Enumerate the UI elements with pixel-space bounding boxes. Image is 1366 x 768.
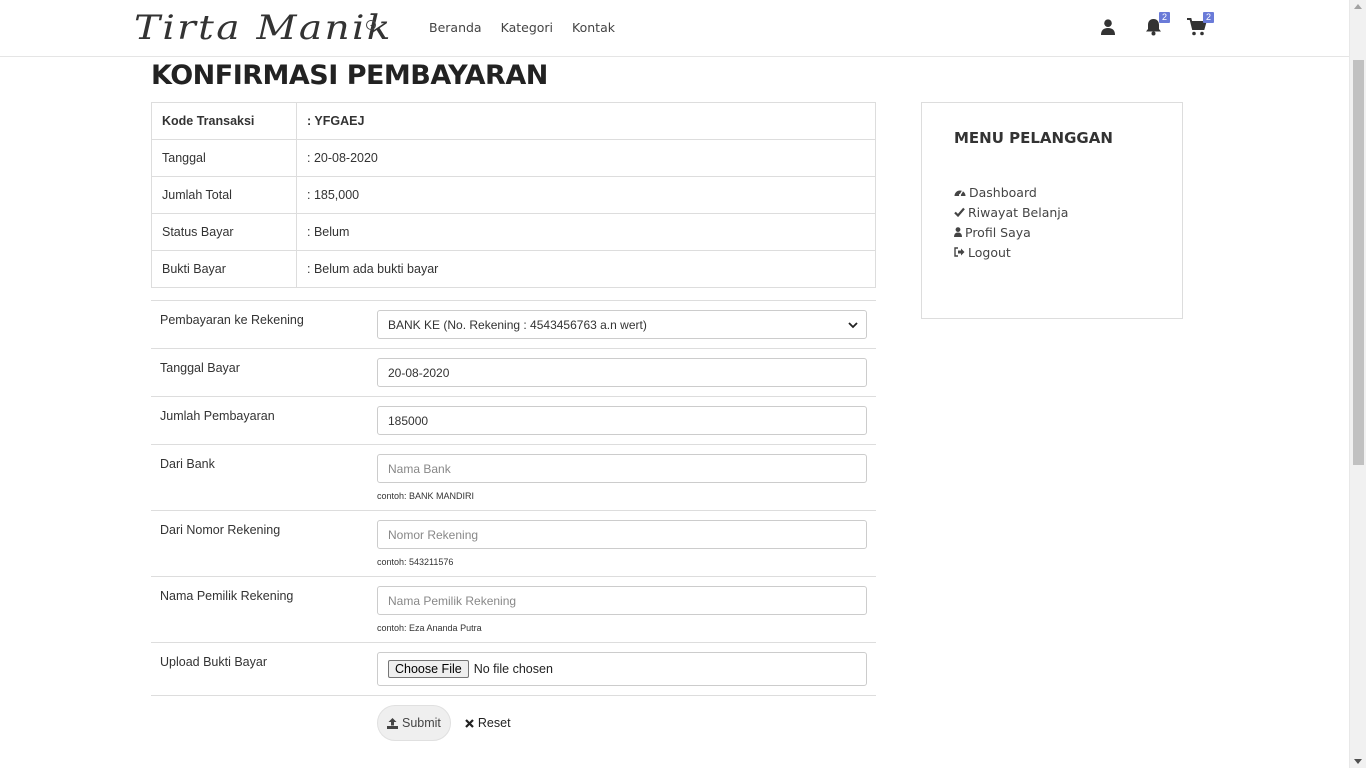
cart-icon[interactable]: 2 — [1186, 12, 1214, 38]
transaction-info-table: Kode Transaksi : YFGAEJ Tanggal : 20-08-… — [151, 102, 876, 288]
scroll-down-icon[interactable] — [1354, 759, 1362, 764]
nav-link-kategori[interactable]: Kategori — [501, 20, 553, 35]
info-label: Status Bayar — [151, 213, 297, 251]
brand-logo[interactable]: Tirta Manik · — [134, 6, 390, 52]
customer-menu-panel: MENU PELANGGAN Dashboard Riwayat Belanja… — [921, 102, 1183, 319]
form-row-bank: Dari Bank Nama Bank contoh: BANK MANDIRI — [151, 444, 876, 510]
info-label: Tanggal — [151, 139, 297, 177]
choose-file-button[interactable]: Choose File — [388, 660, 469, 678]
chevron-down-icon — [848, 322, 858, 329]
top-navbar: Tirta Manik · Beranda Kategori Kontak 2 … — [0, 0, 1349, 57]
dari-bank-help: contoh: BANK MANDIRI — [377, 491, 475, 501]
check-icon — [954, 207, 965, 217]
sidebar-item-label: Riwayat Belanja — [968, 204, 1069, 220]
table-row: Kode Transaksi : YFGAEJ — [151, 102, 876, 140]
form-row-rekening: Pembayaran ke Rekening BANK KE (No. Reke… — [151, 300, 876, 348]
info-value: : 20-08-2020 — [296, 139, 876, 177]
submit-label: Submit — [402, 716, 441, 730]
pemilik-rekening-help: contoh: Eza Ananda Putra — [377, 623, 482, 633]
scrollbar-thumb[interactable] — [1353, 60, 1364, 465]
rekening-select[interactable]: BANK KE (No. Rekening : 4543456763 a.n w… — [377, 310, 867, 339]
form-actions: Submit Reset — [377, 705, 511, 741]
close-icon — [465, 718, 474, 728]
sidebar-item-label: Dashboard — [969, 184, 1037, 200]
form-row-jumlah: Jumlah Pembayaran 185000 — [151, 396, 876, 444]
nav-link-beranda[interactable]: Beranda — [429, 20, 482, 35]
reset-button[interactable]: Reset — [465, 716, 511, 730]
logo-text: Tirta Manik — [134, 8, 393, 48]
trademark-icon: · — [366, 20, 376, 30]
upload-bukti-label: Upload Bukti Bayar — [160, 655, 268, 669]
sidebar-item-logout[interactable]: Logout — [954, 242, 1068, 262]
payment-confirmation-form: Pembayaran ke Rekening BANK KE (No. Reke… — [151, 300, 876, 696]
upload-icon — [387, 717, 398, 729]
info-label: Bukti Bayar — [151, 250, 297, 288]
user-icon — [954, 227, 962, 237]
customer-menu-title: MENU PELANGGAN — [954, 129, 1113, 147]
nav-link-kontak[interactable]: Kontak — [572, 20, 615, 35]
notification-badge: 2 — [1158, 12, 1170, 23]
dashboard-icon — [954, 190, 966, 196]
sidebar-item-profil-saya[interactable]: Profil Saya — [954, 222, 1068, 242]
sidebar-item-dashboard[interactable]: Dashboard — [954, 182, 1068, 202]
nomor-rekening-input[interactable]: Nomor Rekening — [377, 520, 867, 549]
tanggal-bayar-input[interactable]: 20-08-2020 — [377, 358, 867, 387]
file-status-text: No file chosen — [473, 662, 553, 676]
submit-button[interactable]: Submit — [377, 705, 451, 741]
sidebar-item-label: Logout — [968, 244, 1011, 260]
dari-bank-label: Dari Bank — [160, 457, 215, 471]
form-row-tanggal: Tanggal Bayar 20-08-2020 — [151, 348, 876, 396]
info-value: : Belum ada bukti bayar — [296, 250, 876, 288]
main-nav: Beranda Kategori Kontak — [429, 20, 615, 35]
info-label: Kode Transaksi — [151, 102, 297, 140]
reset-label: Reset — [477, 716, 511, 730]
table-row: Tanggal : 20-08-2020 — [151, 139, 876, 177]
info-label: Jumlah Total — [151, 176, 297, 214]
logout-icon — [954, 247, 965, 257]
tanggal-bayar-label: Tanggal Bayar — [160, 361, 240, 375]
customer-menu-list: Dashboard Riwayat Belanja Profil Saya Lo… — [954, 182, 1068, 262]
page-scrollbar[interactable] — [1349, 0, 1366, 768]
form-row-norek: Dari Nomor Rekening Nomor Rekening conto… — [151, 510, 876, 576]
form-row-pemilik: Nama Pemilik Rekening Nama Pemilik Reken… — [151, 576, 876, 642]
sidebar-item-riwayat-belanja[interactable]: Riwayat Belanja — [954, 202, 1068, 222]
bell-icon[interactable]: 2 — [1142, 12, 1170, 38]
upload-bukti-input[interactable]: Choose File No file chosen — [377, 652, 867, 686]
page-title: KONFIRMASI PEMBAYARAN — [151, 60, 548, 91]
jumlah-pembayaran-input[interactable]: 185000 — [377, 406, 867, 435]
rekening-label: Pembayaran ke Rekening — [160, 313, 304, 327]
jumlah-pembayaran-label: Jumlah Pembayaran — [160, 409, 275, 423]
scroll-up-icon[interactable] — [1354, 4, 1362, 9]
cart-badge: 2 — [1202, 12, 1214, 23]
form-row-upload: Upload Bukti Bayar Choose File No file c… — [151, 642, 876, 696]
info-value: : YFGAEJ — [296, 102, 876, 140]
pemilik-rekening-input[interactable]: Nama Pemilik Rekening — [377, 586, 867, 615]
user-icon[interactable] — [1097, 16, 1119, 38]
table-row: Bukti Bayar : Belum ada bukti bayar — [151, 250, 876, 288]
table-row: Status Bayar : Belum — [151, 213, 876, 251]
info-value: : 185,000 — [296, 176, 876, 214]
info-value: : Belum — [296, 213, 876, 251]
pemilik-rekening-label: Nama Pemilik Rekening — [160, 589, 294, 603]
nomor-rekening-label: Dari Nomor Rekening — [160, 523, 281, 537]
dari-bank-input[interactable]: Nama Bank — [377, 454, 867, 483]
rekening-selected-value: BANK KE (No. Rekening : 4543456763 a.n w… — [388, 317, 647, 332]
nomor-rekening-help: contoh: 543211576 — [377, 557, 454, 567]
table-row: Jumlah Total : 185,000 — [151, 176, 876, 214]
sidebar-item-label: Profil Saya — [965, 224, 1031, 240]
